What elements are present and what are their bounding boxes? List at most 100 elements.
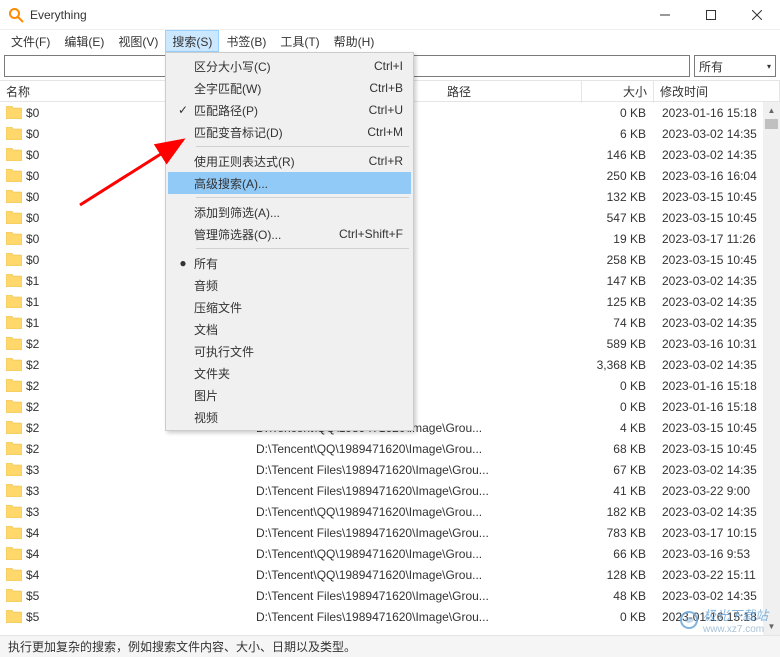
menu-option[interactable]: 添加到筛选(A)... — [168, 201, 411, 223]
table-row[interactable]: $3D:\Tencent Files\1989471620\Image\Grou… — [0, 459, 780, 480]
file-size: 3,368 KB — [582, 358, 654, 372]
file-date: 2023-03-22 9:00 — [654, 484, 780, 498]
file-date: 2023-03-02 14:35 — [654, 505, 780, 519]
folder-icon — [6, 484, 22, 497]
file-name: $0 — [26, 127, 39, 141]
file-name: $1 — [26, 274, 39, 288]
menu-option-label: 视频 — [194, 409, 403, 426]
menu-option[interactable]: 视频 — [168, 406, 411, 428]
menu-option[interactable]: 管理筛选器(O)...Ctrl+Shift+F — [168, 223, 411, 245]
file-date: 2023-01-16 15:18 — [654, 106, 780, 120]
file-name: $4 — [26, 568, 39, 582]
column-date[interactable]: 修改时间 — [654, 80, 780, 103]
menu-option[interactable]: 全字匹配(W)Ctrl+B — [168, 77, 411, 99]
file-date: 2023-03-17 11:26 — [654, 232, 780, 246]
table-row[interactable]: $3D:\Tencent\QQ\1989471620\Image\Grou...… — [0, 501, 780, 522]
file-size: 74 KB — [582, 316, 654, 330]
status-bar: 执行更加复杂的搜索，例如搜索文件内容、大小、日期以及类型。 — [0, 635, 780, 657]
menu-option[interactable]: 区分大小写(C)Ctrl+I — [168, 55, 411, 77]
table-row[interactable]: $3D:\Tencent Files\1989471620\Image\Grou… — [0, 480, 780, 501]
folder-icon — [6, 568, 22, 581]
menu-option-label: 文件夹 — [194, 365, 403, 382]
table-row[interactable]: $4D:\Tencent Files\1989471620\Image\Grou… — [0, 522, 780, 543]
menu-shortcut: Ctrl+I — [374, 59, 403, 73]
folder-icon — [6, 253, 22, 266]
folder-icon — [6, 421, 22, 434]
file-date: 2023-03-16 16:04 — [654, 169, 780, 183]
filter-dropdown[interactable]: 所有 ▾ — [694, 55, 776, 77]
filter-label: 所有 — [699, 58, 723, 75]
menu-item-3[interactable]: 搜索(S) — [165, 30, 219, 52]
menu-option-label: 高级搜索(A)... — [194, 175, 403, 192]
menu-option-label: 文档 — [194, 321, 403, 338]
file-name: $0 — [26, 169, 39, 183]
menu-option[interactable]: ●所有 — [168, 252, 411, 274]
app-icon — [8, 7, 24, 23]
menu-item-0[interactable]: 文件(F) — [4, 30, 57, 52]
check-icon: ✓ — [172, 103, 194, 117]
table-row[interactable]: $2D:\Tencent\QQ\1989471620\Image\Grou...… — [0, 438, 780, 459]
table-row[interactable]: $5D:\Tencent Files\1989471620\Image\Grou… — [0, 585, 780, 606]
scroll-thumb[interactable] — [765, 119, 778, 129]
file-size: 0 KB — [582, 379, 654, 393]
file-name: $4 — [26, 547, 39, 561]
menu-bar: 文件(F)编辑(E)视图(V)搜索(S)书签(B)工具(T)帮助(H) — [0, 30, 780, 52]
scroll-up-button[interactable]: ▲ — [763, 102, 780, 119]
menu-option[interactable]: 使用正则表达式(R)Ctrl+R — [168, 150, 411, 172]
file-name: $0 — [26, 232, 39, 246]
file-name: $2 — [26, 421, 39, 435]
folder-icon — [6, 337, 22, 350]
menu-option[interactable]: 音频 — [168, 274, 411, 296]
menu-option[interactable]: 文档 — [168, 318, 411, 340]
maximize-button[interactable] — [688, 0, 734, 30]
file-date: 2023-03-02 14:35 — [654, 316, 780, 330]
menu-item-4[interactable]: 书签(B) — [219, 30, 273, 52]
menu-item-2[interactable]: 视图(V) — [111, 30, 165, 52]
file-size: 48 KB — [582, 589, 654, 603]
file-date: 2023-03-15 10:45 — [654, 190, 780, 204]
menu-option[interactable]: ✓匹配路径(P)Ctrl+U — [168, 99, 411, 121]
window-title: Everything — [30, 8, 642, 22]
file-size: 146 KB — [582, 148, 654, 162]
column-size[interactable]: 大小 — [582, 80, 654, 103]
vertical-scrollbar[interactable]: ▲ ▼ — [763, 102, 780, 635]
folder-icon — [6, 442, 22, 455]
file-date: 2023-01-16 15:18 — [654, 379, 780, 393]
file-name: $2 — [26, 442, 39, 456]
menu-option-label: 全字匹配(W) — [194, 80, 369, 97]
folder-icon — [6, 316, 22, 329]
folder-icon — [6, 148, 22, 161]
title-bar: Everything — [0, 0, 780, 30]
table-row[interactable]: $4D:\Tencent\QQ\1989471620\Image\Grou...… — [0, 564, 780, 585]
menu-option-label: 所有 — [194, 255, 403, 272]
menu-option[interactable]: 匹配变音标记(D)Ctrl+M — [168, 121, 411, 143]
menu-option[interactable]: 文件夹 — [168, 362, 411, 384]
scroll-track[interactable] — [763, 119, 780, 618]
menu-item-1[interactable]: 编辑(E) — [57, 30, 111, 52]
folder-icon — [6, 547, 22, 560]
file-size: 19 KB — [582, 232, 654, 246]
file-size: 6 KB — [582, 127, 654, 141]
menu-option[interactable]: 图片 — [168, 384, 411, 406]
file-size: 66 KB — [582, 547, 654, 561]
menu-shortcut: Ctrl+M — [367, 125, 403, 139]
file-date: 2023-03-22 15:11 — [654, 568, 780, 582]
menu-item-6[interactable]: 帮助(H) — [327, 30, 382, 52]
menu-option[interactable]: 可执行文件 — [168, 340, 411, 362]
menu-item-5[interactable]: 工具(T) — [273, 30, 326, 52]
file-date: 2023-03-02 14:35 — [654, 589, 780, 603]
file-name: $0 — [26, 211, 39, 225]
table-row[interactable]: $5D:\Tencent Files\1989471620\Image\Grou… — [0, 606, 780, 627]
file-path: D:\Tencent Files\1989471620\Image\Grou..… — [250, 463, 582, 477]
minimize-button[interactable] — [642, 0, 688, 30]
file-size: 783 KB — [582, 526, 654, 540]
close-button[interactable] — [734, 0, 780, 30]
file-date: 2023-03-02 14:35 — [654, 358, 780, 372]
folder-icon — [6, 610, 22, 623]
file-size: 0 KB — [582, 106, 654, 120]
table-row[interactable]: $4D:\Tencent\QQ\1989471620\Image\Grou...… — [0, 543, 780, 564]
menu-option[interactable]: 高级搜索(A)... — [168, 172, 411, 194]
menu-option[interactable]: 压缩文件 — [168, 296, 411, 318]
folder-icon — [6, 211, 22, 224]
file-path: D:\Tencent Files\1989471620\Image\Grou..… — [250, 610, 582, 624]
